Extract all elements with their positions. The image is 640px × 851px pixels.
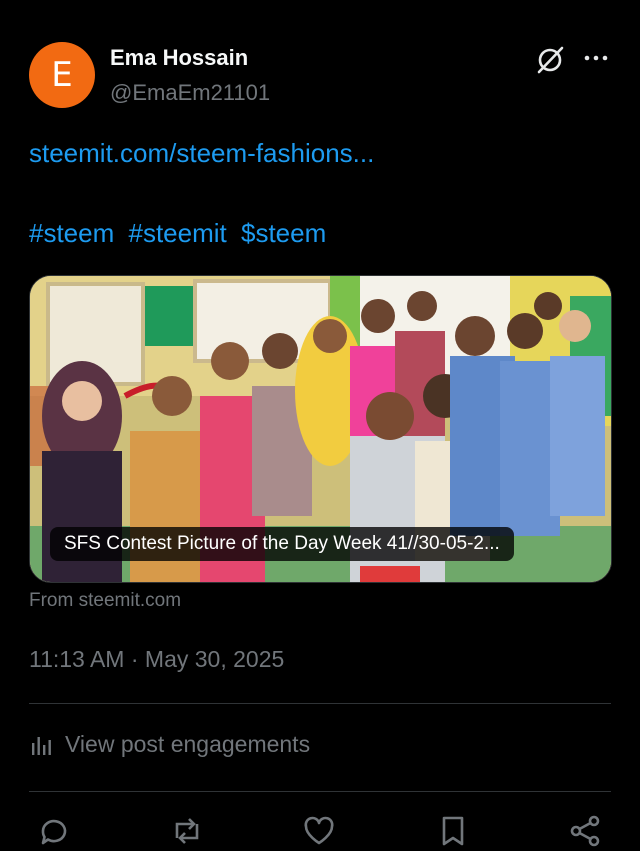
share-icon[interactable] [568,814,602,848]
hashtag-steem[interactable]: #steem [29,218,114,248]
view-engagements-button[interactable]: View post engagements [29,731,310,758]
bookmark-icon[interactable] [436,814,470,848]
author-name[interactable]: Ema Hossain [110,45,248,71]
hashtag-steemit[interactable]: #steemit [129,218,227,248]
author-handle[interactable]: @EmaEm21101 [110,80,270,106]
like-icon[interactable] [302,814,336,848]
divider [29,791,611,792]
card-caption: SFS Contest Picture of the Day Week 41//… [50,527,514,561]
divider [29,703,611,704]
grok-icon[interactable] [534,44,566,76]
view-engagements-label: View post engagements [65,731,311,757]
card-source[interactable]: From steemit.com [29,590,181,612]
post-link[interactable]: steemit.com/steem-fashions... [29,138,374,169]
avatar-letter: E [51,55,73,95]
avatar[interactable]: E [29,42,95,108]
cashtag-steem[interactable]: $steem [241,218,326,248]
hashtag-row: #steem #steemit $steem [29,218,333,249]
action-bar [0,812,640,851]
analytics-icon [32,736,51,755]
more-options-icon[interactable] [580,46,612,70]
repost-icon[interactable] [170,814,204,848]
post-timestamp[interactable]: 11:13 AM · May 30, 2025 [29,646,284,673]
reply-icon[interactable] [37,814,71,848]
link-preview-card[interactable]: SFS Contest Picture of the Day Week 41//… [29,275,612,583]
